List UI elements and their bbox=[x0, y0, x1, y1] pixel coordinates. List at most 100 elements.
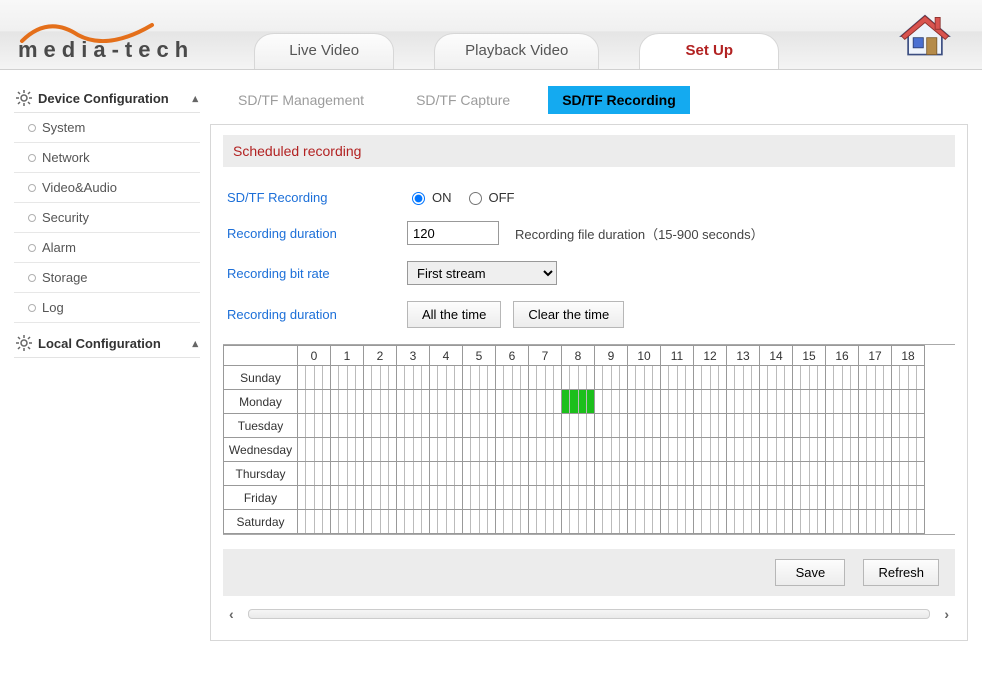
schedule-cell[interactable] bbox=[661, 486, 694, 510]
schedule-cell[interactable] bbox=[529, 510, 562, 534]
schedule-cell[interactable] bbox=[364, 462, 397, 486]
schedule-cell[interactable] bbox=[826, 438, 859, 462]
schedule-cell[interactable] bbox=[463, 438, 496, 462]
schedule-cell[interactable] bbox=[529, 414, 562, 438]
schedule-cell[interactable] bbox=[430, 414, 463, 438]
schedule-cell[interactable] bbox=[661, 510, 694, 534]
schedule-cell[interactable] bbox=[661, 462, 694, 486]
sidebar-item-videoaudio[interactable]: Video&Audio bbox=[14, 173, 200, 203]
schedule-cell[interactable] bbox=[562, 486, 595, 510]
schedule-cell[interactable] bbox=[430, 486, 463, 510]
schedule-cell[interactable] bbox=[826, 510, 859, 534]
schedule-cell[interactable] bbox=[661, 414, 694, 438]
schedule-cell[interactable] bbox=[595, 486, 628, 510]
schedule-cell[interactable] bbox=[760, 390, 793, 414]
schedule-cell[interactable] bbox=[793, 438, 826, 462]
schedule-cell[interactable] bbox=[727, 462, 760, 486]
radio-on-wrap[interactable]: ON bbox=[407, 189, 452, 205]
schedule-cell[interactable] bbox=[859, 390, 892, 414]
schedule-cell[interactable] bbox=[595, 462, 628, 486]
schedule-cell[interactable] bbox=[496, 414, 529, 438]
radio-on[interactable] bbox=[412, 192, 425, 205]
schedule-cell[interactable] bbox=[793, 486, 826, 510]
schedule-cell[interactable] bbox=[529, 366, 562, 390]
schedule-cell[interactable] bbox=[397, 414, 430, 438]
schedule-cell[interactable] bbox=[298, 414, 331, 438]
schedule-cell[interactable] bbox=[793, 462, 826, 486]
subtab-sd-management[interactable]: SD/TF Management bbox=[224, 86, 378, 114]
schedule-grid[interactable]: 0123456789101112131415161718SundayMonday… bbox=[223, 344, 955, 535]
tab-playback-video[interactable]: Playback Video bbox=[434, 33, 599, 69]
schedule-cell[interactable] bbox=[298, 486, 331, 510]
schedule-cell[interactable] bbox=[694, 510, 727, 534]
schedule-cell[interactable] bbox=[595, 510, 628, 534]
schedule-cell[interactable] bbox=[661, 438, 694, 462]
schedule-cell[interactable] bbox=[430, 438, 463, 462]
sidebar-item-network[interactable]: Network bbox=[14, 143, 200, 173]
schedule-cell[interactable] bbox=[430, 462, 463, 486]
schedule-cell[interactable] bbox=[694, 486, 727, 510]
schedule-cell[interactable] bbox=[595, 366, 628, 390]
schedule-cell[interactable] bbox=[529, 486, 562, 510]
schedule-cell[interactable] bbox=[595, 390, 628, 414]
schedule-cell[interactable] bbox=[430, 366, 463, 390]
schedule-cell[interactable] bbox=[628, 462, 661, 486]
schedule-cell[interactable] bbox=[628, 486, 661, 510]
schedule-cell[interactable] bbox=[694, 438, 727, 462]
schedule-cell[interactable] bbox=[826, 462, 859, 486]
subtab-sd-recording[interactable]: SD/TF Recording bbox=[548, 86, 690, 114]
schedule-cell[interactable] bbox=[463, 510, 496, 534]
sidebar-item-security[interactable]: Security bbox=[14, 203, 200, 233]
sidebar-item-log[interactable]: Log bbox=[14, 293, 200, 323]
schedule-cell[interactable] bbox=[793, 366, 826, 390]
schedule-cell[interactable] bbox=[331, 414, 364, 438]
schedule-cell[interactable] bbox=[595, 438, 628, 462]
schedule-cell[interactable] bbox=[331, 390, 364, 414]
sidebar-group-device-config[interactable]: Device Configuration ▴ bbox=[14, 84, 200, 113]
schedule-cell[interactable] bbox=[529, 438, 562, 462]
schedule-cell[interactable] bbox=[496, 366, 529, 390]
sidebar-group-local-config[interactable]: Local Configuration ▴ bbox=[14, 329, 200, 358]
tab-set-up[interactable]: Set Up bbox=[639, 33, 779, 69]
schedule-cell[interactable] bbox=[793, 390, 826, 414]
schedule-cell[interactable] bbox=[430, 510, 463, 534]
schedule-cell[interactable] bbox=[694, 462, 727, 486]
schedule-cell[interactable] bbox=[298, 390, 331, 414]
schedule-cell[interactable] bbox=[298, 438, 331, 462]
schedule-cell[interactable] bbox=[463, 366, 496, 390]
subtab-sd-capture[interactable]: SD/TF Capture bbox=[402, 86, 524, 114]
schedule-cell[interactable] bbox=[463, 486, 496, 510]
schedule-cell[interactable] bbox=[628, 510, 661, 534]
schedule-cell[interactable] bbox=[298, 462, 331, 486]
schedule-cell[interactable] bbox=[859, 510, 892, 534]
btn-clear-the-time[interactable]: Clear the time bbox=[513, 301, 624, 328]
schedule-cell[interactable] bbox=[298, 510, 331, 534]
schedule-cell[interactable] bbox=[661, 366, 694, 390]
schedule-cell[interactable] bbox=[793, 414, 826, 438]
schedule-cell[interactable] bbox=[430, 390, 463, 414]
schedule-cell[interactable] bbox=[859, 366, 892, 390]
schedule-cell[interactable] bbox=[496, 462, 529, 486]
schedule-cell[interactable] bbox=[826, 414, 859, 438]
schedule-cell[interactable] bbox=[397, 462, 430, 486]
schedule-cell[interactable] bbox=[364, 366, 397, 390]
tab-live-video[interactable]: Live Video bbox=[254, 33, 394, 69]
select-bitrate[interactable]: First stream bbox=[407, 261, 557, 285]
sidebar-item-alarm[interactable]: Alarm bbox=[14, 233, 200, 263]
schedule-cell[interactable] bbox=[760, 438, 793, 462]
schedule-cell[interactable] bbox=[397, 510, 430, 534]
schedule-cell[interactable] bbox=[562, 510, 595, 534]
schedule-cell[interactable] bbox=[826, 390, 859, 414]
schedule-cell[interactable] bbox=[628, 414, 661, 438]
schedule-cell[interactable] bbox=[727, 510, 760, 534]
schedule-cell[interactable] bbox=[727, 366, 760, 390]
schedule-cell[interactable] bbox=[727, 390, 760, 414]
input-recording-duration[interactable] bbox=[407, 221, 499, 245]
schedule-cell[interactable] bbox=[826, 366, 859, 390]
sidebar-item-system[interactable]: System bbox=[14, 113, 200, 143]
schedule-cell[interactable] bbox=[331, 366, 364, 390]
save-button[interactable]: Save bbox=[775, 559, 845, 586]
schedule-cell[interactable] bbox=[364, 414, 397, 438]
radio-off[interactable] bbox=[469, 192, 482, 205]
schedule-cell[interactable] bbox=[529, 390, 562, 414]
